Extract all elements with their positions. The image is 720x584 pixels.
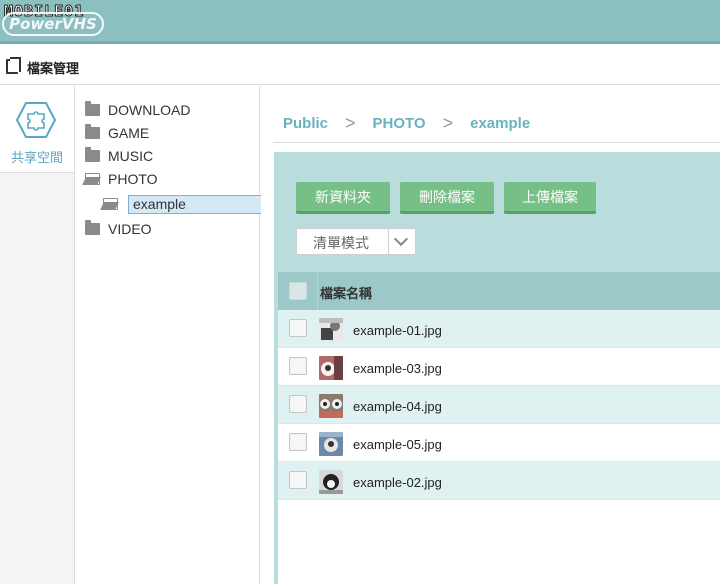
breadcrumb-separator: > [442, 113, 454, 133]
breadcrumb-public[interactable]: Public [283, 115, 328, 132]
tree-item-game[interactable]: GAME [85, 123, 149, 143]
view-mode-select[interactable]: 清單模式 [296, 228, 416, 255]
nav-item-label: 共享空間 [10, 150, 63, 165]
folder-open-icon [85, 173, 100, 185]
row-checkbox[interactable] [289, 319, 307, 337]
select-all-checkbox[interactable] [289, 282, 307, 300]
row-checkbox[interactable] [289, 357, 307, 375]
chevron-down-icon[interactable] [388, 229, 415, 254]
tree-item-video[interactable]: VIDEO [85, 219, 152, 239]
tree-item-download[interactable]: DOWNLOAD [85, 100, 190, 120]
tree-item-photo[interactable]: PHOTO [85, 169, 158, 189]
row-checkbox[interactable] [289, 395, 307, 413]
folder-tree: DOWNLOAD GAME MUSIC PHOTO example VIDEO [76, 86, 262, 584]
file-name[interactable]: example-03.jpg [353, 361, 442, 376]
page-title: 檔案管理 [27, 61, 80, 76]
row-checkbox[interactable] [289, 433, 307, 451]
tree-item-label: example [128, 194, 262, 214]
tree-item-music[interactable]: MUSIC [85, 146, 153, 166]
folder-icon [85, 220, 100, 235]
left-nav: 共享空間 [0, 86, 75, 584]
nav-item-shared-space[interactable]: 共享空間 [0, 86, 74, 172]
new-folder-button[interactable]: 新資料夾 [296, 182, 390, 214]
tree-item-label: GAME [108, 125, 150, 141]
folder-icon [85, 124, 100, 139]
file-name[interactable]: example-04.jpg [353, 399, 442, 414]
tree-item-label: PHOTO [108, 171, 158, 187]
breadcrumb-divider [273, 142, 720, 143]
tree-item-label: MUSIC [108, 148, 154, 164]
tree-item-label: VIDEO [108, 221, 152, 237]
image-thumbnail [319, 470, 343, 494]
puzzle-hexagon-icon [16, 102, 56, 138]
table-row[interactable]: example-03.jpg [278, 348, 720, 386]
breadcrumb-separator: > [345, 113, 356, 133]
header-divider [317, 272, 318, 310]
main-content: Public > PHOTO > example 新資料夾 刪除檔案 上傳檔案 … [261, 86, 720, 584]
row-checkbox[interactable] [289, 471, 307, 489]
file-name[interactable]: example-02.jpg [353, 475, 442, 490]
file-name[interactable]: example-01.jpg [353, 323, 442, 338]
file-table: 檔案名稱 example-01.jpg example-03.jpg examp… [278, 272, 720, 584]
image-thumbnail [319, 356, 343, 380]
page-titlebar: 檔案管理 [0, 47, 720, 85]
file-name[interactable]: example-05.jpg [353, 437, 442, 452]
view-mode-value: 清單模式 [313, 235, 369, 251]
tree-item-example[interactable]: example [103, 194, 262, 214]
app-logo[interactable]: PowerVHS [2, 12, 104, 36]
table-header: 檔案名稱 [278, 272, 720, 310]
left-nav-empty-area [0, 172, 74, 584]
table-row[interactable]: example-01.jpg [278, 310, 720, 348]
upload-file-button[interactable]: 上傳檔案 [504, 182, 596, 214]
breadcrumb-photo[interactable]: PHOTO [373, 115, 426, 132]
breadcrumb: Public > PHOTO > example [283, 113, 530, 134]
table-row[interactable]: example-04.jpg [278, 386, 720, 424]
breadcrumb-example[interactable]: example [470, 115, 530, 132]
folder-icon [85, 101, 100, 116]
table-row[interactable]: example-02.jpg [278, 462, 720, 500]
file-manager-icon [6, 57, 21, 74]
image-thumbnail [319, 394, 343, 418]
delete-file-button[interactable]: 刪除檔案 [400, 182, 494, 214]
file-panel: 新資料夾 刪除檔案 上傳檔案 清單模式 檔案名稱 example-01.jpg [274, 152, 720, 584]
app-header: MOBILE01 PowerVHS [0, 0, 720, 44]
tree-item-label: DOWNLOAD [108, 102, 191, 118]
folder-icon [85, 147, 100, 162]
image-thumbnail [319, 432, 343, 456]
image-thumbnail [319, 318, 343, 342]
column-header-filename[interactable]: 檔案名稱 [320, 283, 372, 302]
folder-open-icon [103, 198, 118, 210]
table-row[interactable]: example-05.jpg [278, 424, 720, 462]
